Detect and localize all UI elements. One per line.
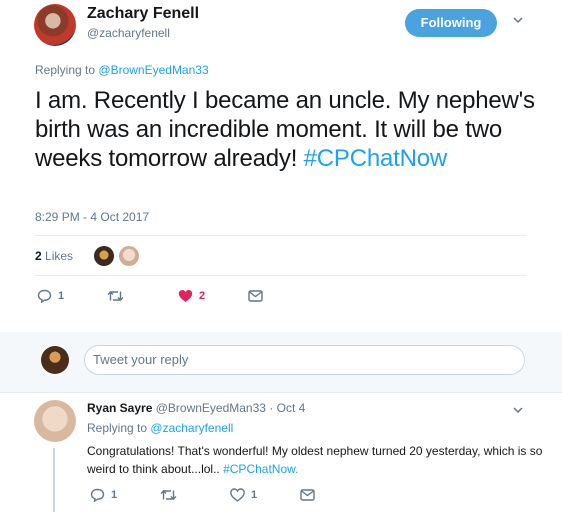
reply-retweet-action[interactable] bbox=[160, 489, 183, 501]
reply-header: Ryan Sayre @BrownEyedMan33 · Oct 4 bbox=[87, 401, 305, 415]
reply-author-name[interactable]: Ryan Sayre bbox=[87, 401, 152, 415]
retweet-action[interactable] bbox=[107, 290, 130, 302]
tweet-body: I am. Recently I became an uncle. My nep… bbox=[35, 87, 535, 172]
reply-like-count: 1 bbox=[251, 489, 258, 501]
retweet-icon bbox=[107, 291, 124, 301]
reply-date[interactable]: Oct 4 bbox=[277, 401, 306, 415]
direct-message-icon bbox=[300, 489, 315, 501]
reply-replying-prefix: Replying to bbox=[87, 421, 148, 435]
chevron-down-icon bbox=[513, 407, 523, 414]
divider bbox=[0, 392, 562, 393]
reply-action[interactable]: 1 bbox=[37, 289, 64, 303]
reply-text: Congratulations! That's wonderful! My ol… bbox=[87, 442, 547, 478]
reply-icon bbox=[37, 289, 52, 303]
direct-message-action[interactable] bbox=[248, 290, 263, 302]
reply-separator: · bbox=[269, 401, 274, 415]
liker-avatar[interactable] bbox=[119, 246, 139, 266]
tweet-timestamp[interactable]: 8:29 PM - 4 Oct 2017 bbox=[35, 210, 149, 224]
direct-message-icon bbox=[248, 290, 263, 302]
reply-replying-to-line: Replying to @zacharyfenell bbox=[87, 421, 233, 435]
reply-count: 1 bbox=[58, 290, 65, 302]
tweet-text: I am. Recently I became an uncle. My nep… bbox=[35, 86, 545, 173]
reply-replying-link[interactable]: @zacharyfenell bbox=[150, 421, 233, 435]
author-name[interactable]: Zachary Fenell bbox=[87, 5, 199, 23]
likes-count: 2 bbox=[35, 249, 42, 263]
reply-like-action[interactable]: 1 bbox=[230, 488, 257, 502]
like-count: 2 bbox=[199, 290, 206, 302]
reply-author-handle[interactable]: @BrownEyedMan33 bbox=[156, 401, 266, 415]
reply-input[interactable]: Tweet your reply bbox=[84, 345, 525, 375]
author-handle[interactable]: @zacharyfenell bbox=[87, 26, 170, 40]
replying-to-prefix: Replying to bbox=[35, 63, 96, 77]
tweet-menu-button[interactable] bbox=[512, 14, 524, 26]
heart-icon bbox=[230, 488, 245, 502]
retweet-icon bbox=[160, 490, 177, 500]
likes-summary[interactable]: 2 Likes bbox=[35, 249, 73, 263]
replying-to-link[interactable]: @BrownEyedMan33 bbox=[98, 63, 208, 77]
reply-body: Congratulations! That's wonderful! My ol… bbox=[87, 444, 543, 476]
following-button[interactable]: Following bbox=[405, 9, 497, 37]
tweet-hashtag[interactable]: #CPChatNow bbox=[304, 145, 448, 172]
author-avatar[interactable] bbox=[34, 4, 76, 46]
reply-icon bbox=[90, 488, 105, 502]
current-user-avatar bbox=[41, 346, 69, 374]
like-action[interactable]: 2 bbox=[178, 289, 205, 303]
reply-author-avatar[interactable] bbox=[34, 400, 76, 442]
divider bbox=[35, 275, 527, 276]
reply-reply-action[interactable]: 1 bbox=[90, 488, 117, 502]
replying-to-line: Replying to @BrownEyedMan33 bbox=[35, 63, 209, 77]
reply-direct-message-action[interactable] bbox=[300, 489, 315, 501]
chevron-down-icon bbox=[513, 17, 523, 24]
reply-reply-count: 1 bbox=[111, 489, 118, 501]
reply-hashtag[interactable]: #CPChatNow. bbox=[223, 462, 298, 476]
reply-menu-button[interactable] bbox=[512, 404, 524, 416]
heart-icon bbox=[178, 290, 193, 302]
likes-label: Likes bbox=[45, 249, 74, 263]
liker-avatar[interactable] bbox=[94, 246, 114, 266]
divider bbox=[35, 235, 527, 236]
thread-connector bbox=[53, 448, 55, 512]
